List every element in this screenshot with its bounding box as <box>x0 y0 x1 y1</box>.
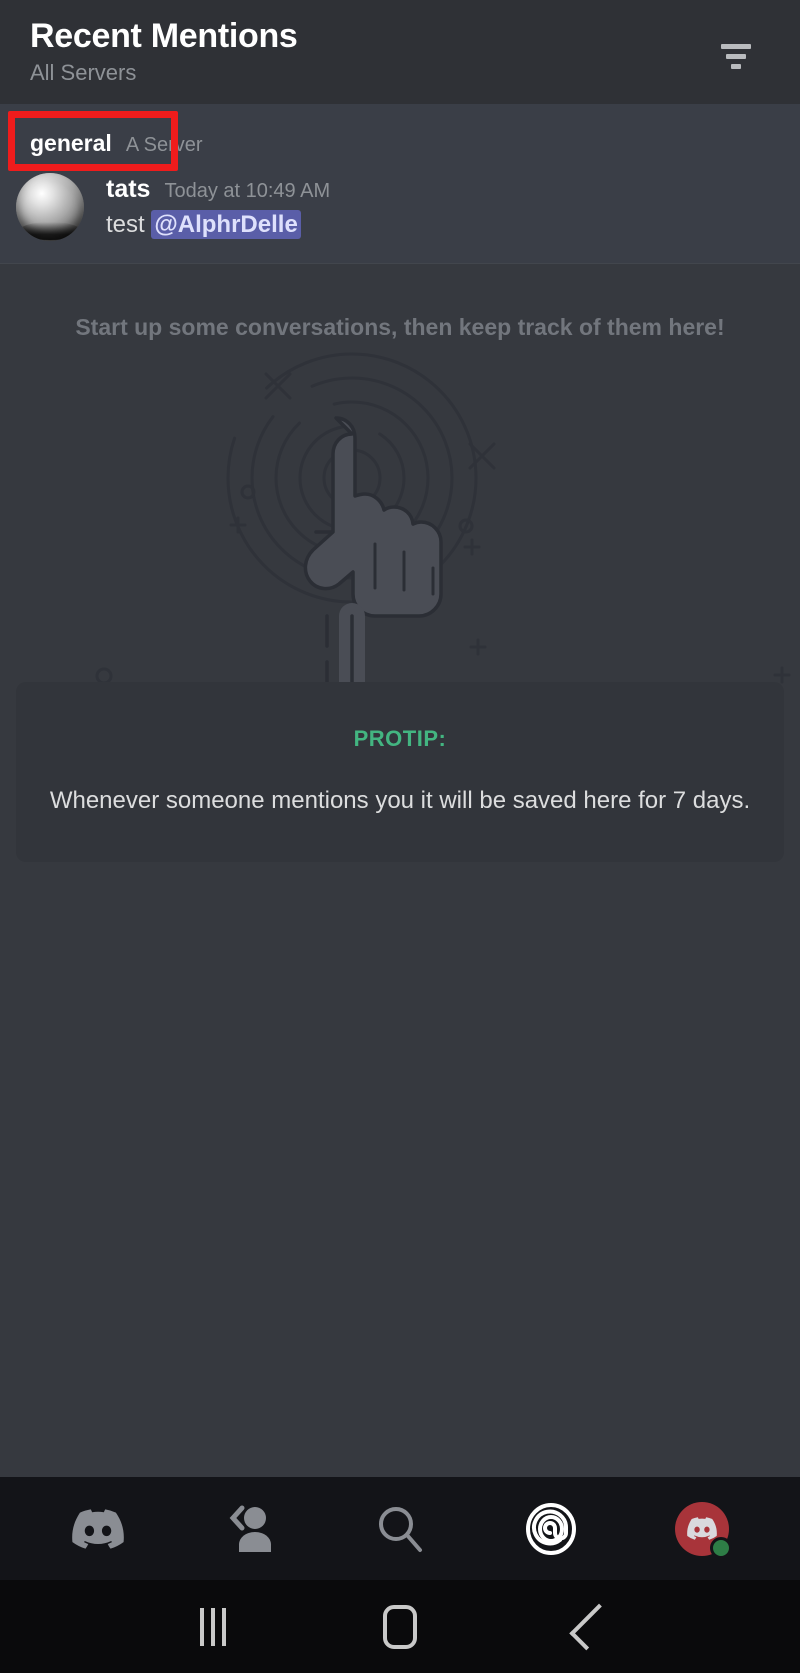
friends-icon <box>229 1505 271 1552</box>
header-titles: Recent Mentions All Servers <box>30 16 298 88</box>
protip-label: PROTIP: <box>353 726 447 751</box>
screen-header: Recent Mentions All Servers <box>0 0 800 104</box>
filter-line-3 <box>731 63 741 69</box>
message-text-plain: test <box>106 211 152 238</box>
recents-button[interactable] <box>173 1597 253 1657</box>
mention-item[interactable]: general A Server tats Today at 10:49 AM … <box>0 104 800 264</box>
user-profile-avatar-icon <box>675 1501 733 1559</box>
android-system-navigation <box>0 1580 800 1673</box>
filter-icon[interactable] <box>714 34 758 78</box>
filter-line-1 <box>721 43 751 49</box>
mention-message-row[interactable]: tats Today at 10:49 AM test @AlphrDelle <box>0 169 800 241</box>
message-header: tats Today at 10:49 AM <box>106 175 330 204</box>
nav-item-search[interactable] <box>352 1481 448 1577</box>
message-body: tats Today at 10:49 AM test @AlphrDelle <box>106 173 330 241</box>
recents-icon <box>200 1607 227 1646</box>
home-button[interactable] <box>360 1597 440 1657</box>
back-button[interactable] <box>547 1597 627 1657</box>
mentions-at-icon <box>526 1502 577 1555</box>
home-icon <box>382 1604 417 1649</box>
message-timestamp: Today at 10:49 AM <box>164 180 331 202</box>
nav-item-friends[interactable] <box>201 1481 297 1577</box>
search-icon <box>378 1506 422 1552</box>
empty-state-message: Start up some conversations, then keep t… <box>75 314 725 340</box>
protip-card: PROTIP: Whenever someone mentions you it… <box>16 682 784 862</box>
online-status-indicator <box>710 1536 733 1559</box>
discord-glyph-icon <box>687 1517 718 1540</box>
avatar[interactable] <box>16 173 84 241</box>
page-title: Recent Mentions <box>30 17 298 55</box>
protip-text: Whenever someone mentions you it will be… <box>49 787 751 814</box>
bottom-navigation-bar <box>0 1477 800 1580</box>
mention-pill[interactable]: @AlphrDelle <box>151 210 301 239</box>
channel-name-label: general <box>30 130 112 156</box>
empty-state-area: Start up some conversations, then keep t… <box>0 264 800 1477</box>
filter-line-2 <box>726 53 746 59</box>
mention-channel-row[interactable]: general A Server <box>0 122 800 169</box>
header-subtitle: All Servers <box>30 60 137 85</box>
nav-item-mentions[interactable] <box>503 1481 599 1577</box>
server-name-label: A Server <box>125 134 203 156</box>
discord-mobile-app: Recent Mentions All Servers general A Se… <box>0 0 800 1673</box>
nav-item-profile[interactable] <box>654 1481 750 1577</box>
discord-servers-icon <box>71 1508 124 1549</box>
message-text: test @AlphrDelle <box>106 210 330 240</box>
message-author[interactable]: tats <box>106 175 150 204</box>
nav-item-servers[interactable] <box>50 1481 146 1577</box>
back-icon <box>568 1603 616 1650</box>
